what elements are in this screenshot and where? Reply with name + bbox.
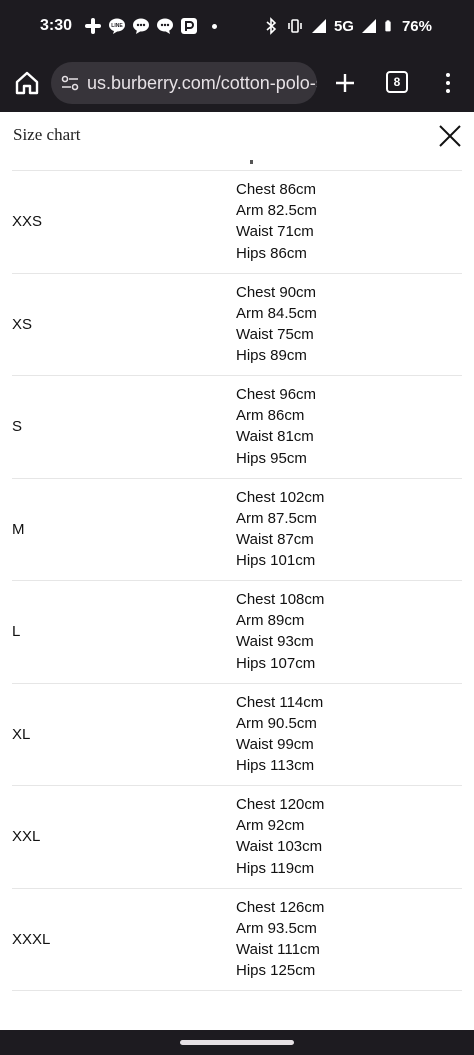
new-tab-icon[interactable]: [332, 68, 358, 98]
waist-measurement: Waist 87cm: [236, 530, 314, 548]
size-label: S: [12, 418, 23, 436]
size-chart-header: Size chart: [0, 112, 474, 160]
waist-measurement: Waist 71cm: [236, 223, 314, 241]
size-table: XXS Chest 86cm Arm 82.5cm Waist 71cm Hips 86…: [12, 171, 462, 991]
size-measurements: Chest 90cm Arm 84.5cm Waist 75cm Hips 89cm: [236, 282, 317, 367]
status-right: 5G 76%: [262, 17, 432, 35]
hips-measurement: Hips 95cm: [236, 449, 307, 467]
battery-icon: [385, 20, 391, 32]
battery-percent: 76%: [401, 17, 432, 35]
table-row: S Chest 96cm Arm 86cm Waist 81cm Hips 95cm: [12, 376, 462, 479]
waist-measurement: Waist 99cm: [236, 735, 314, 753]
size-measurements: Chest 120cm Arm 92cm Waist 103cm Hips 119cm: [236, 794, 324, 879]
home-gesture-handle[interactable]: [180, 1040, 294, 1045]
chat-bubble-icon: [157, 18, 173, 34]
size-measurements: Chest 108cm Arm 89cm Waist 93cm Hips 107cm: [236, 589, 324, 674]
chest-measurement: Chest 102cm: [236, 488, 325, 506]
size-label: XS: [12, 315, 33, 333]
arm-measurement: Arm 82.5cm: [236, 202, 317, 220]
size-chart-sheet: Size chart XXS Chest 86cm Arm 82.5cm Waist …: [0, 112, 474, 1030]
slack-icon: [85, 18, 101, 34]
arm-measurement: Arm 93.5cm: [236, 919, 317, 937]
size-label: XXL: [12, 828, 41, 846]
waist-measurement: Waist 81cm: [236, 428, 314, 446]
chest-measurement: Chest 90cm: [236, 283, 317, 301]
chest-measurement: Chest 108cm: [236, 591, 325, 608]
status-time: 3:30: [40, 17, 73, 34]
size-measurements: Chest 102cm Arm 87.5cm Waist 87cm Hips 101c…: [236, 487, 324, 572]
bluetooth-icon: [266, 17, 277, 35]
line-icon: LINE: [109, 18, 125, 34]
arm-measurement: Arm 90.5cm: [236, 714, 317, 732]
more-menu-icon[interactable]: [438, 70, 458, 96]
waist-measurement: Waist 75cm: [236, 325, 314, 343]
status-bar: 3:30 LINE 5G 76%: [0, 0, 474, 56]
site-settings-icon[interactable]: [59, 72, 81, 94]
clipped-row: [12, 160, 462, 171]
chest-measurement: Chest 96cm: [236, 386, 317, 403]
arm-measurement: Arm 92cm: [236, 817, 305, 835]
chest-measurement: Chest 126cm: [236, 898, 325, 916]
tab-switcher-button[interactable]: 8: [386, 71, 408, 93]
signal-icon: [311, 19, 326, 33]
notification-icons: LINE: [84, 17, 217, 35]
clipped-text-fragment: [250, 160, 253, 164]
hips-measurement: Hips 101cm: [236, 552, 316, 570]
size-label: M: [12, 520, 25, 538]
network-type: 5G: [333, 17, 354, 35]
size-chart-title: Size chart: [13, 125, 81, 144]
arm-measurement: Arm 87.5cm: [236, 509, 317, 527]
size-label: XL: [12, 725, 31, 743]
more-notifications-dot: [212, 23, 217, 29]
chest-measurement: Chest 86cm: [236, 181, 317, 198]
hips-measurement: Hips 89cm: [236, 347, 307, 365]
chest-measurement: Chest 114cm: [236, 693, 324, 711]
arm-measurement: Arm 86cm: [236, 407, 305, 425]
chat-bubble-icon: [133, 18, 149, 34]
navigation-bar: [0, 1030, 474, 1055]
arm-measurement: Arm 84.5cm: [236, 304, 317, 322]
url-text[interactable]: us.burberry.com/cotton-polo-s: [87, 73, 317, 94]
table-row: XXXL Chest 126cm Arm 93.5cm Waist 111cm Hips…: [12, 889, 462, 991]
svg-text:LINE: LINE: [111, 23, 123, 29]
signal-icon: [361, 19, 376, 33]
size-measurements: Chest 114cm Arm 90.5cm Waist 99cm Hips 113c…: [236, 692, 323, 777]
chest-measurement: Chest 120cm: [236, 796, 325, 813]
size-label: XXXL: [12, 930, 51, 948]
hips-measurement: Hips 113cm: [236, 757, 315, 775]
hips-measurement: Hips 86cm: [236, 244, 307, 262]
vibrate-icon: [288, 19, 302, 33]
size-measurements: Chest 86cm Arm 82.5cm Waist 71cm Hips 86cm: [236, 179, 317, 264]
table-row: L Chest 108cm Arm 89cm Waist 93cm Hips 107cm: [12, 581, 462, 684]
hips-measurement: Hips 119cm: [236, 859, 315, 877]
waist-measurement: Waist 93cm: [236, 633, 314, 651]
table-row: XXL Chest 120cm Arm 92cm Waist 103cm Hips 11…: [12, 786, 462, 889]
table-row: XL Chest 114cm Arm 90.5cm Waist 99cm Hips 11…: [12, 684, 462, 786]
close-icon[interactable]: [436, 122, 464, 150]
waist-measurement: Waist 111cm: [236, 940, 320, 958]
table-row: M Chest 102cm Arm 87.5cm Waist 87cm Hips 101…: [12, 479, 462, 581]
size-measurements: Chest 126cm Arm 93.5cm Waist 111cm Hips 125…: [236, 897, 324, 982]
paypay-icon: [181, 18, 197, 34]
table-row: XS Chest 90cm Arm 84.5cm Waist 75cm Hips 89c…: [12, 274, 462, 376]
hips-measurement: Hips 107cm: [236, 654, 316, 672]
browser-toolbar: us.burberry.com/cotton-polo-s 8: [0, 56, 474, 112]
address-bar[interactable]: us.burberry.com/cotton-polo-s: [51, 62, 317, 104]
size-measurements: Chest 96cm Arm 86cm Waist 81cm Hips 95cm: [236, 384, 316, 469]
table-row: XXS Chest 86cm Arm 82.5cm Waist 71cm Hips 86…: [12, 171, 462, 274]
waist-measurement: Waist 103cm: [236, 838, 323, 856]
size-label: XXS: [12, 213, 43, 231]
hips-measurement: Hips 125cm: [236, 962, 316, 980]
size-label: L: [12, 623, 21, 641]
arm-measurement: Arm 89cm: [236, 612, 305, 630]
home-icon[interactable]: [12, 68, 42, 98]
